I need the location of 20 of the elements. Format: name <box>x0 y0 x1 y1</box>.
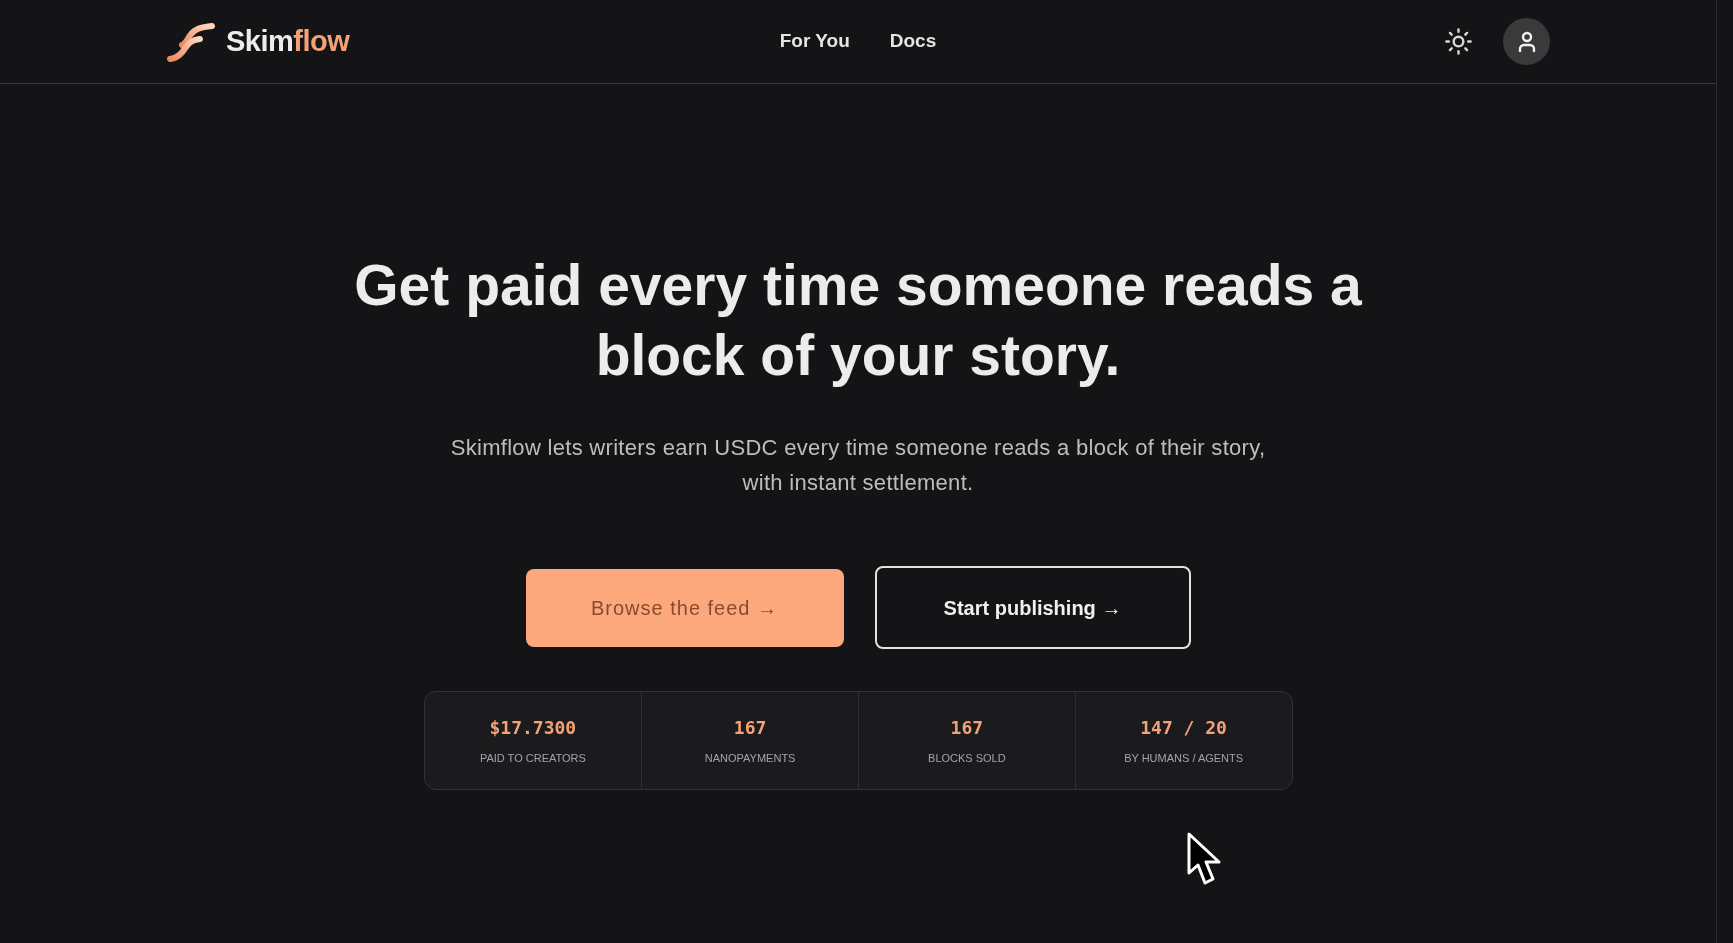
publish-button[interactable]: Start publishing → <box>874 566 1191 649</box>
stat-label: NANOPAYMENTS <box>704 751 796 765</box>
brand-name: Skimflow <box>226 23 350 59</box>
mouse-pointer-icon <box>1186 831 1222 887</box>
nav-link[interactable]: For You <box>779 27 850 56</box>
profile-button[interactable] <box>1503 18 1550 65</box>
stat-value: $17.7300 <box>489 716 577 740</box>
stat-label: PAID TO CREATORS <box>479 751 586 765</box>
stat-label: BLOCKS SOLD <box>928 751 1006 765</box>
theme-toggle-button[interactable] <box>1444 27 1473 56</box>
logo-icon <box>166 20 216 63</box>
hero-heading: Get paid every time someone reads a block of your story. <box>353 252 1363 389</box>
stat-value: 167 <box>733 716 767 740</box>
stat-value: 167 <box>950 716 984 740</box>
nav-link[interactable]: Docs <box>889 27 937 56</box>
hero-subtitle: Skimflow lets writers earn USDC every time someone reads a block of their story, with instant settlement. <box>449 434 1267 497</box>
sun-icon <box>1444 27 1473 56</box>
browse-button[interactable]: Browse the feed → <box>525 568 844 647</box>
stat-label: BY HUMANS / AGENTS <box>1124 751 1244 765</box>
stat-value: 147 / 20 <box>1140 716 1227 740</box>
